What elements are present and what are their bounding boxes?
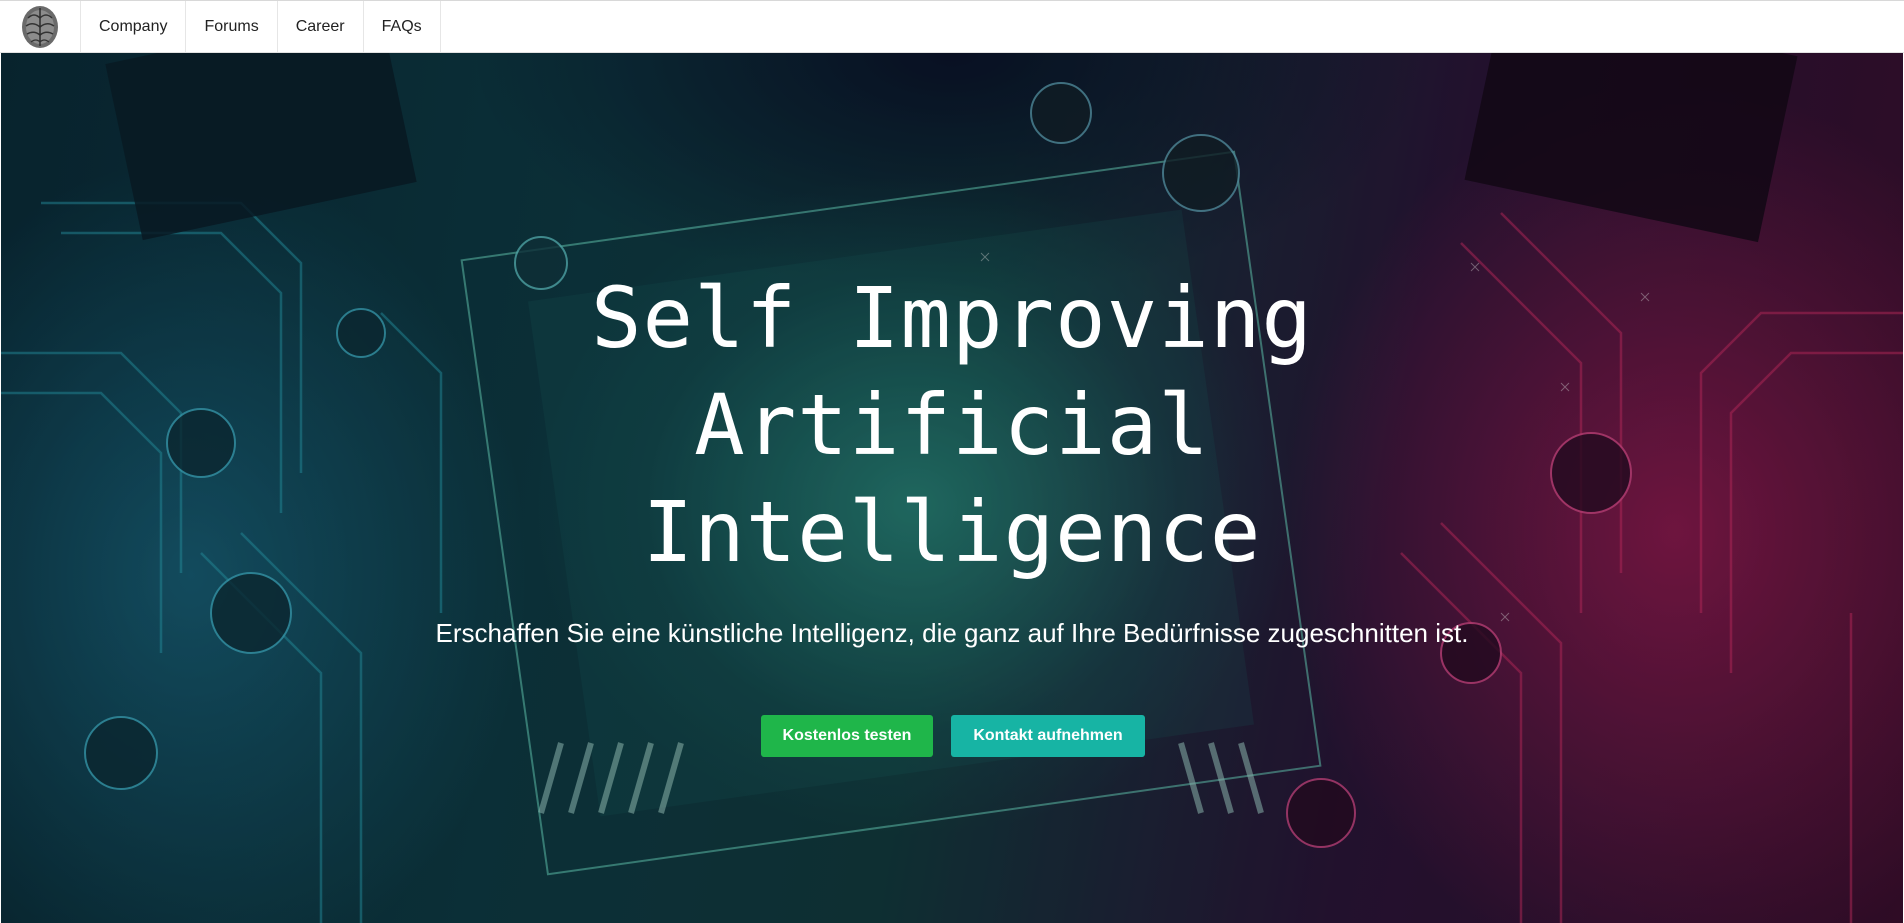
- contact-button[interactable]: Kontakt aufnehmen: [951, 715, 1145, 757]
- nav-faqs-label: FAQs: [381, 17, 422, 35]
- nav-company[interactable]: Company: [81, 1, 187, 52]
- hero-content: Self Improving Artificial Intelligence E…: [1, 53, 1903, 923]
- logo-link[interactable]: [0, 1, 81, 52]
- nav-company-label: Company: [99, 17, 168, 35]
- hero-title-line-3: Intelligence: [642, 483, 1262, 581]
- nav-forums[interactable]: Forums: [186, 1, 278, 52]
- nav-career-label: Career: [295, 17, 345, 35]
- brain-icon: [22, 5, 58, 48]
- hero-title-line-1: Self Improving: [590, 269, 1313, 367]
- hero-title: Self Improving Artificial Intelligence: [1, 265, 1903, 586]
- hero-section: Self Improving Artificial Intelligence E…: [1, 53, 1903, 923]
- nav-faqs[interactable]: FAQs: [364, 1, 441, 52]
- free-trial-button[interactable]: Kostenlos testen: [761, 715, 933, 757]
- hero-title-line-2: Artificial: [694, 376, 1210, 474]
- hero-subtitle: Erschaffen Sie eine künstliche Intellige…: [435, 618, 1469, 648]
- nav-career[interactable]: Career: [278, 1, 364, 52]
- top-navbar: Company Forums Career FAQs: [0, 0, 1904, 53]
- nav-forums-label: Forums: [204, 17, 259, 35]
